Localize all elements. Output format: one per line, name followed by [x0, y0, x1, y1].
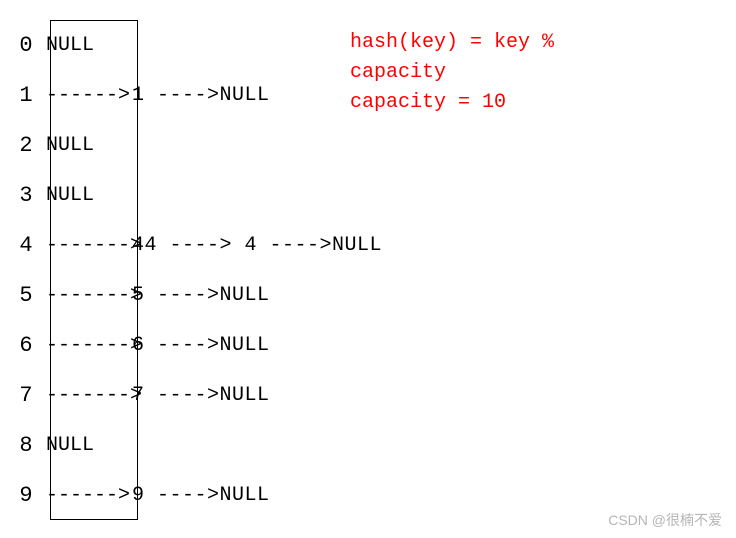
bucket-index: 1 — [12, 83, 40, 108]
chain-list: 1 ---->NULL — [128, 84, 270, 107]
bucket-array-border — [50, 20, 138, 520]
chain-list: 7 ---->NULL — [128, 384, 270, 407]
bucket-index: 5 — [12, 283, 40, 308]
formula-line: hash(key) = key % — [350, 28, 554, 58]
bucket-index: 2 — [12, 133, 40, 158]
chain-list: 6 ---->NULL — [128, 334, 270, 357]
chain-list: 9 ---->NULL — [128, 484, 270, 507]
formula-line: capacity = 10 — [350, 88, 554, 118]
bucket-index: 0 — [12, 33, 40, 58]
chain-list: 44 ----> 4 ---->NULL — [128, 234, 382, 257]
bucket-index: 8 — [12, 433, 40, 458]
bucket-index: 6 — [12, 333, 40, 358]
bucket-index: 3 — [12, 183, 40, 208]
watermark-text: CSDN @很楠不爱 — [608, 510, 722, 530]
hash-formula-text: hash(key) = key % capacity capacity = 10 — [350, 28, 554, 118]
bucket-index: 7 — [12, 383, 40, 408]
chain-list: 5 ---->NULL — [128, 284, 270, 307]
hash-table-diagram: 0 NULL 1 ------> 1 ---->NULL 2 NULL 3 NU… — [12, 20, 382, 520]
bucket-index: 4 — [12, 233, 40, 258]
bucket-index: 9 — [12, 483, 40, 508]
formula-line: capacity — [350, 58, 554, 88]
